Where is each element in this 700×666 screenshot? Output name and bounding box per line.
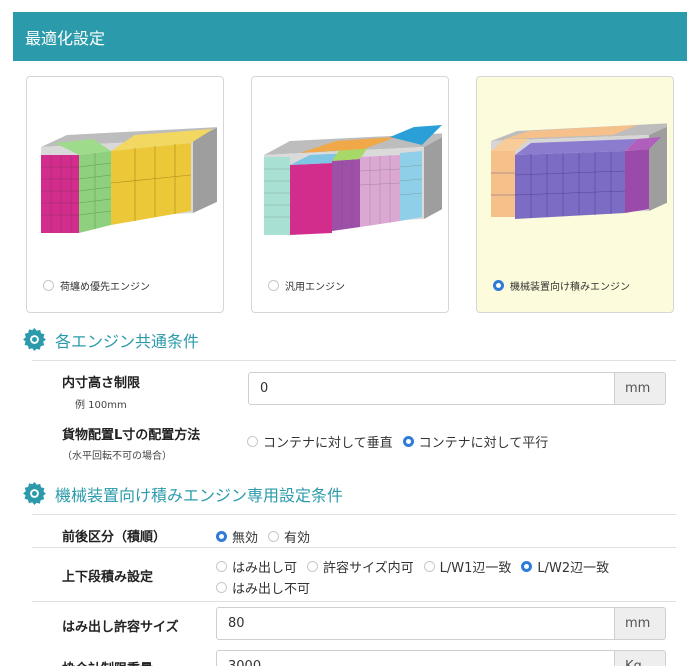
divider: [32, 360, 676, 361]
height-limit-hint: 例 100mm: [75, 400, 127, 411]
engine-option-cargo-grouping[interactable]: 荷纏め優先エンジン: [43, 278, 150, 293]
weight-unit: Kg: [615, 650, 666, 666]
radio-icon[interactable]: [216, 582, 227, 593]
height-limit-input[interactable]: 0: [248, 372, 615, 405]
option-label: 有効: [284, 531, 311, 546]
radio-icon[interactable]: [493, 280, 504, 291]
stacking-option-lw2[interactable]: L/W2辺一致: [521, 557, 609, 576]
placement-options: コンテナに対して垂直 コンテナに対して平行: [247, 432, 558, 451]
placement-option-vertical[interactable]: コンテナに対して垂直: [247, 432, 393, 451]
option-label: コンテナに対して平行: [418, 436, 549, 451]
divider: [32, 547, 676, 548]
front-back-label: 前後区分（積順）: [62, 530, 167, 545]
overhang-input[interactable]: 80: [216, 607, 615, 640]
radio-icon[interactable]: [307, 561, 319, 572]
height-limit-unit: mm: [615, 372, 666, 405]
unit-text: Kg: [625, 659, 642, 666]
engine-label: 汎用エンジン: [285, 282, 345, 293]
container-illustration: [491, 123, 667, 219]
height-limit-label: 内寸高さ制限: [62, 376, 141, 391]
section-title-machine: 機械装置向け積みエンジン専用設定条件: [22, 481, 343, 506]
radio-icon[interactable]: [216, 531, 227, 542]
front-back-option-disabled[interactable]: 無効: [216, 527, 258, 546]
option-label: 無効: [232, 531, 259, 546]
placement-label: 貨物配置L寸の配置方法: [62, 428, 201, 443]
radio-icon[interactable]: [268, 280, 279, 291]
front-back-options: 無効 有効: [216, 527, 320, 546]
section-title-text: 機械装置向け積みエンジン専用設定条件: [55, 485, 344, 505]
option-label: はみ出し不可: [232, 582, 311, 597]
option-label: L/W2辺一致: [537, 561, 610, 576]
front-back-option-enabled[interactable]: 有効: [268, 527, 310, 546]
container-illustration: [41, 127, 217, 233]
engine-card-machine[interactable]: 機械装置向け積みエンジン: [476, 76, 674, 313]
overhang-label: はみ出し許容サイズ: [62, 620, 179, 635]
container-illustration: [264, 125, 442, 235]
overhang-unit: mm: [615, 607, 666, 640]
section-title-text: 各エンジン共通条件: [55, 331, 200, 351]
divider: [32, 514, 676, 515]
engine-card-cargo-grouping[interactable]: 荷纏め優先エンジン: [26, 76, 224, 313]
stacking-options-row1: はみ出し可 許容サイズ内可 L/W1辺一致 L/W2辺一致: [216, 557, 619, 576]
stacking-option-no-overhang[interactable]: はみ出し不可: [216, 578, 310, 597]
height-limit-value: 0: [260, 381, 269, 396]
radio-icon[interactable]: [247, 436, 258, 447]
weight-input[interactable]: 3000: [216, 650, 615, 666]
placement-option-parallel[interactable]: コンテナに対して平行: [402, 432, 549, 451]
page-header: 最適化設定: [13, 12, 687, 61]
engine-option-machine[interactable]: 機械装置向け積みエンジン: [493, 278, 630, 293]
option-label: L/W1辺一致: [439, 561, 512, 576]
unit-text: mm: [625, 616, 651, 631]
gear-icon: [23, 482, 46, 505]
section-title-common: 各エンジン共通条件: [22, 327, 199, 352]
option-label: 許容サイズ内可: [323, 561, 414, 576]
radio-icon[interactable]: [268, 531, 280, 542]
stacking-option-overhang-ok[interactable]: はみ出し可: [216, 557, 297, 576]
overhang-value: 80: [228, 616, 245, 631]
page-title: 最適化設定: [25, 29, 106, 48]
unit-text: mm: [625, 381, 651, 396]
option-label: コンテナに対して垂直: [263, 436, 393, 451]
radio-icon[interactable]: [423, 561, 435, 572]
radio-icon[interactable]: [402, 436, 414, 447]
engine-card-general[interactable]: 汎用エンジン: [251, 76, 449, 313]
weight-value: 3000: [228, 659, 261, 666]
engine-option-general[interactable]: 汎用エンジン: [268, 278, 345, 293]
option-label: はみ出し可: [232, 561, 298, 576]
radio-icon[interactable]: [521, 561, 533, 572]
placement-hint: （水平回転不可の場合）: [62, 451, 172, 462]
radio-icon[interactable]: [216, 561, 227, 572]
stacking-label: 上下段積み設定: [62, 570, 154, 585]
weight-label: 枠合計制限重量: [62, 658, 153, 666]
gear-icon: [23, 328, 46, 351]
engine-label: 荷纏め優先エンジン: [60, 282, 150, 293]
stacking-option-lw1[interactable]: L/W1辺一致: [423, 557, 512, 576]
divider: [32, 601, 676, 602]
stacking-option-within-size[interactable]: 許容サイズ内可: [307, 557, 414, 576]
stacking-options-row2: はみ出し不可: [216, 578, 320, 597]
engine-label: 機械装置向け積みエンジン: [510, 282, 630, 293]
radio-icon[interactable]: [43, 280, 54, 291]
